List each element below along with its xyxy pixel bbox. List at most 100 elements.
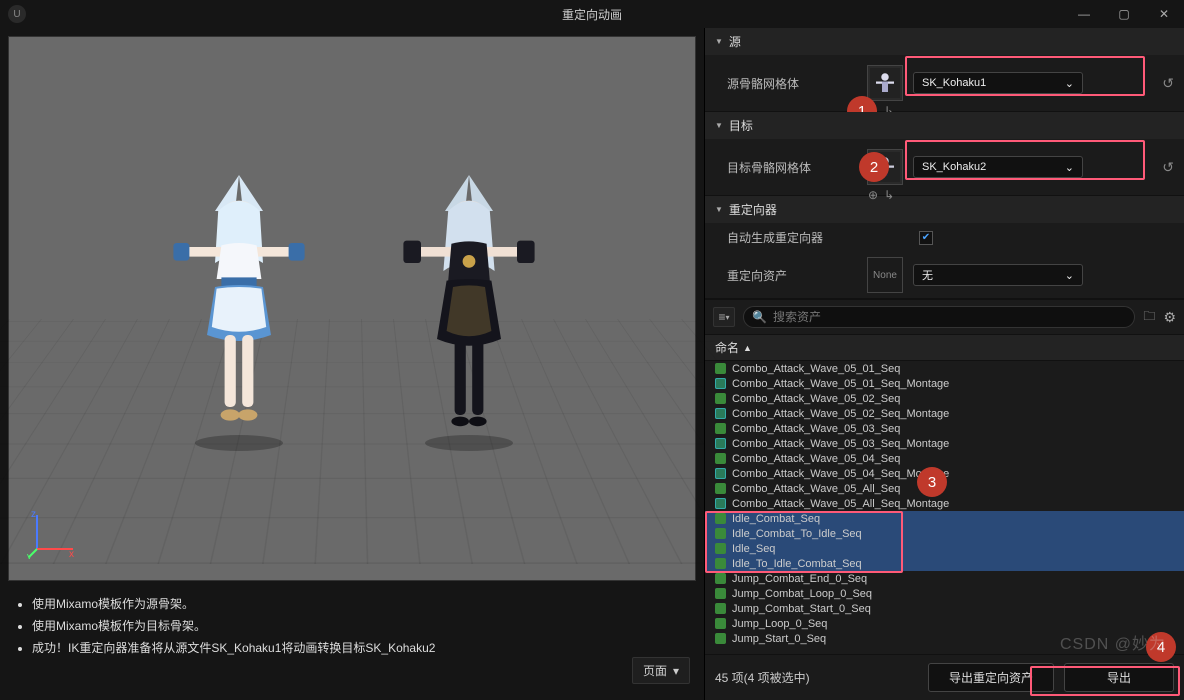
asset-label: Idle_Combat_Seq <box>732 513 820 525</box>
selection-status: 45 项(4 项被选中) <box>715 669 918 686</box>
asset-label: Combo_Attack_Wave_05_01_Seq_Montage <box>732 378 949 390</box>
close-button[interactable]: ✕ <box>1144 0 1184 28</box>
asset-label: Combo_Attack_Wave_05_All_Seq_Montage <box>732 498 949 510</box>
maximize-button[interactable]: ▢ <box>1104 0 1144 28</box>
asset-row[interactable]: Combo_Attack_Wave_05_04_Seq <box>705 451 1184 466</box>
asset-type-icon <box>715 618 726 629</box>
asset-row[interactable]: Jump_Combat_End_0_Seq <box>705 571 1184 586</box>
asset-row[interactable]: Combo_Attack_Wave_05_All_Seq_Montage <box>705 496 1184 511</box>
asset-row[interactable]: Idle_Combat_To_Idle_Seq <box>705 526 1184 541</box>
asset-label: Jump_Combat_Loop_0_Seq <box>732 588 872 600</box>
app-logo: U <box>8 5 26 23</box>
retarget-asset-value: 无 <box>922 267 933 283</box>
collapse-icon: ▼ <box>715 205 723 214</box>
sort-asc-icon: ▲ <box>743 343 752 353</box>
asset-label: Combo_Attack_Wave_05_02_Seq_Montage <box>732 408 949 420</box>
source-mesh-value: SK_Kohaku1 <box>922 77 986 89</box>
asset-label: Jump_Start_0_Seq <box>732 633 826 645</box>
asset-row[interactable]: Combo_Attack_Wave_05_03_Seq_Montage <box>705 436 1184 451</box>
asset-type-icon <box>715 498 726 509</box>
asset-label: Jump_Combat_Start_0_Seq <box>732 603 871 615</box>
asset-type-icon <box>715 468 726 479</box>
chevron-down-icon: ▾ <box>673 664 679 678</box>
target-mesh-dropdown[interactable]: SK_Kohaku2 ⌄ <box>913 156 1083 178</box>
asset-type-icon <box>715 393 726 404</box>
pager-label: 页面 <box>643 662 667 679</box>
window-title: 重定向动画 <box>562 6 622 23</box>
source-thumbnail[interactable]: ⊕↳ <box>867 65 903 101</box>
retarget-asset-thumbnail[interactable]: None <box>867 257 903 293</box>
asset-type-icon <box>715 438 726 449</box>
use-icon[interactable]: ↳ <box>884 188 894 202</box>
asset-row[interactable]: Combo_Attack_Wave_05_01_Seq_Montage <box>705 376 1184 391</box>
pager-dropdown[interactable]: 页面 ▾ <box>632 657 690 684</box>
asset-type-icon <box>715 363 726 374</box>
source-mesh-label: 源骨骼网格体 <box>727 75 857 92</box>
asset-row[interactable]: Combo_Attack_Wave_05_02_Seq_Montage <box>705 406 1184 421</box>
asset-type-icon <box>715 528 726 539</box>
info-line: 成功！IK重定向器准备将从源文件SK_Kohaku1将动画转换目标SK_Koha… <box>32 637 686 659</box>
section-header-source[interactable]: ▼ 源 <box>705 28 1184 55</box>
settings-icon[interactable]: ⚙ <box>1163 309 1176 326</box>
section-title: 目标 <box>729 117 753 134</box>
asset-type-icon <box>715 513 726 524</box>
axis-gizmo: z x y <box>27 509 77 562</box>
asset-label: Combo_Attack_Wave_05_02_Seq <box>732 393 900 405</box>
asset-type-icon <box>715 588 726 599</box>
asset-label: Idle_Combat_To_Idle_Seq <box>732 528 862 540</box>
column-header-name[interactable]: 命名 ▲ <box>705 335 1184 361</box>
svg-text:x: x <box>69 549 74 559</box>
asset-row[interactable]: Idle_To_Idle_Combat_Seq <box>705 556 1184 571</box>
titlebar: U 重定向动画 — ▢ ✕ <box>0 0 1184 28</box>
collapse-icon: ▼ <box>715 121 723 130</box>
source-character <box>159 167 319 458</box>
source-mesh-dropdown[interactable]: SK_Kohaku1 ⌄ <box>913 72 1083 94</box>
svg-text:y: y <box>27 551 32 559</box>
asset-row[interactable]: Jump_Start_0_Seq <box>705 631 1184 646</box>
asset-row[interactable]: Jump_Combat_Loop_0_Seq <box>705 586 1184 601</box>
search-input[interactable] <box>773 310 1126 324</box>
asset-label: Combo_Attack_Wave_05_01_Seq <box>732 363 900 375</box>
target-character <box>389 167 549 458</box>
search-input-wrapper[interactable]: 🔍 <box>743 306 1135 328</box>
auto-retarget-label: 自动生成重定向器 <box>727 229 857 246</box>
viewport-3d[interactable]: z x y <box>8 36 696 581</box>
export-button[interactable]: 导出 <box>1064 663 1174 692</box>
asset-type-icon <box>715 603 726 614</box>
revert-icon[interactable]: ↺ <box>1162 159 1174 176</box>
target-thumbnail[interactable]: ⊕↳ <box>867 149 903 185</box>
asset-row[interactable]: Jump_Combat_Start_0_Seq <box>705 601 1184 616</box>
asset-type-icon <box>715 573 726 584</box>
auto-retarget-checkbox[interactable] <box>919 231 933 245</box>
asset-row[interactable]: Combo_Attack_Wave_05_All_Seq <box>705 481 1184 496</box>
asset-type-icon <box>715 453 726 464</box>
asset-row[interactable]: Combo_Attack_Wave_05_04_Seq_Montage <box>705 466 1184 481</box>
chevron-down-icon: ⌄ <box>1065 161 1074 174</box>
asset-row[interactable]: Jump_Loop_0_Seq <box>705 616 1184 631</box>
browse-icon[interactable]: ⊕ <box>868 188 878 202</box>
asset-label: Jump_Loop_0_Seq <box>732 618 827 630</box>
asset-row[interactable]: Idle_Combat_Seq <box>705 511 1184 526</box>
section-header-target[interactable]: ▼ 目标 <box>705 112 1184 139</box>
asset-row[interactable]: Combo_Attack_Wave_05_03_Seq <box>705 421 1184 436</box>
asset-type-icon <box>715 633 726 644</box>
filter-button[interactable]: ≡▾ <box>713 307 735 327</box>
asset-row[interactable]: Combo_Attack_Wave_05_01_Seq <box>705 361 1184 376</box>
retarget-asset-dropdown[interactable]: 无 ⌄ <box>913 264 1083 286</box>
target-mesh-label: 目标骨骼网格体 <box>727 159 857 176</box>
info-messages: 使用Mixamo模板作为源骨架。 使用Mixamo模板作为目标骨架。 成功！IK… <box>0 589 704 663</box>
export-retargeted-button[interactable]: 导出重定向资产 <box>928 663 1054 692</box>
section-header-retargeter[interactable]: ▼ 重定向器 <box>705 196 1184 223</box>
asset-type-icon <box>715 558 726 569</box>
asset-row[interactable]: Idle_Seq <box>705 541 1184 556</box>
asset-label: Idle_To_Idle_Combat_Seq <box>732 558 862 570</box>
asset-label: Combo_Attack_Wave_05_04_Seq_Montage <box>732 468 949 480</box>
minimize-button[interactable]: — <box>1064 0 1104 28</box>
asset-label: Jump_Combat_End_0_Seq <box>732 573 867 585</box>
section-title: 重定向器 <box>729 201 777 218</box>
asset-row[interactable]: Combo_Attack_Wave_05_02_Seq <box>705 391 1184 406</box>
target-mesh-value: SK_Kohaku2 <box>922 161 986 173</box>
folder-icon[interactable]: 🗀 <box>1143 307 1155 328</box>
revert-icon[interactable]: ↺ <box>1162 75 1174 92</box>
asset-list[interactable]: 3 Combo_Attack_Wave_05_01_SeqCombo_Attac… <box>705 361 1184 654</box>
